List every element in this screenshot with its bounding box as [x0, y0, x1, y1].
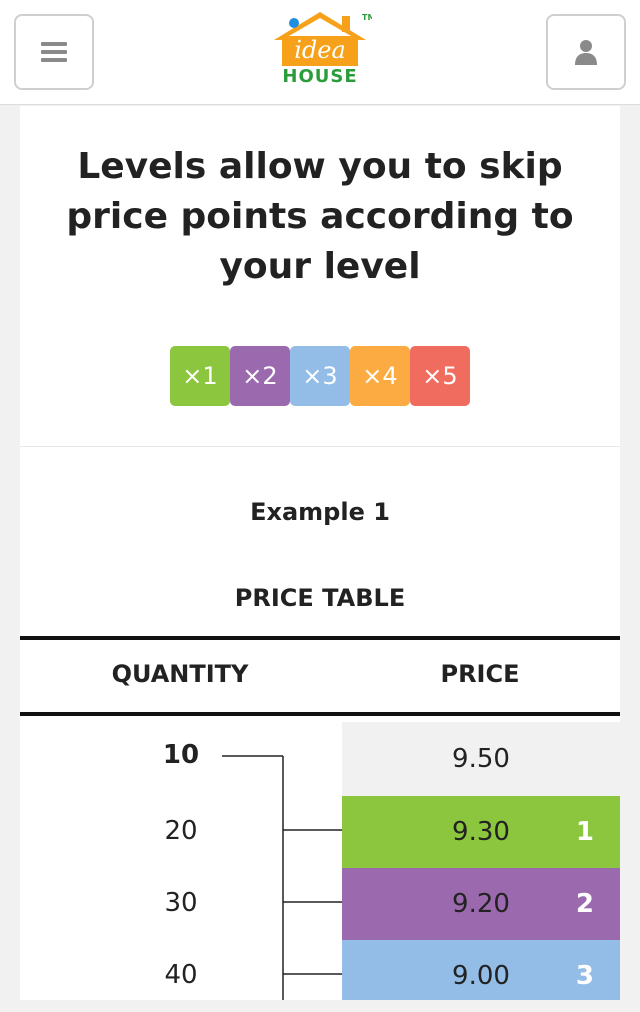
level-number: 1 — [575, 817, 594, 847]
table-row-quantity: 20 — [164, 816, 198, 846]
house-logo-icon: idea TM — [274, 12, 375, 66]
menu-button[interactable] — [14, 14, 94, 90]
table-row-price-cell: 9.50 — [342, 722, 620, 796]
hamburger-icon — [41, 42, 67, 62]
table-row-price-cell: 9.00 3 — [342, 940, 620, 1000]
logo-word: idea — [294, 36, 346, 64]
content-card: Levels allow you to skip price points ac… — [20, 106, 620, 1000]
table-row-quantity: 30 — [164, 888, 198, 918]
level-number: 3 — [575, 961, 594, 991]
idea-house-logo[interactable]: idea TM HOUSE — [268, 8, 375, 92]
account-button[interactable] — [546, 14, 626, 90]
table-row-quantity: 10 — [162, 740, 200, 770]
table-row-price-cell: 9.30 1 — [342, 796, 620, 868]
table-row-quantity: 40 — [164, 960, 198, 990]
price-value: 9.50 — [452, 744, 510, 774]
level-number: 2 — [575, 889, 594, 919]
trademark-mark: TM — [362, 13, 372, 22]
user-icon — [575, 40, 597, 65]
table-row-price-cell: 9.20 2 — [342, 868, 620, 940]
logo-house-text: HOUSE — [282, 66, 358, 87]
app-header: idea TM HOUSE — [0, 0, 640, 105]
